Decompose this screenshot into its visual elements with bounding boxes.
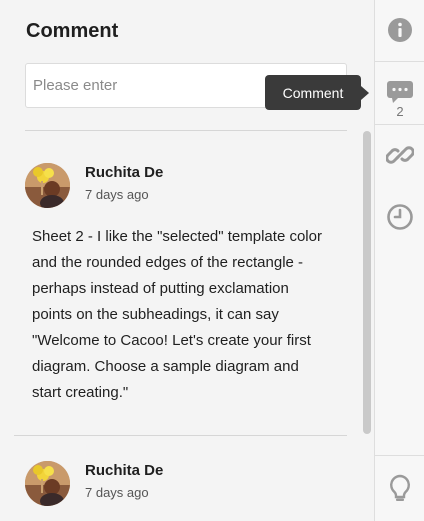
- history-button[interactable]: [375, 203, 424, 236]
- comment-author: Ruchita De: [85, 462, 164, 479]
- tooltip-arrow: [361, 86, 369, 100]
- divider: [25, 130, 347, 131]
- rail-divider: [375, 455, 424, 456]
- lightbulb-icon: [388, 474, 412, 509]
- avatar[interactable]: [25, 461, 70, 506]
- link-icon: [385, 141, 415, 174]
- comment-time: 7 days ago: [85, 187, 149, 202]
- tips-button[interactable]: [375, 474, 424, 509]
- scrollbar-thumb[interactable]: [363, 131, 371, 434]
- comment-author: Ruchita De: [85, 164, 164, 181]
- info-button[interactable]: [375, 17, 424, 48]
- tooltip: Comment: [265, 75, 361, 110]
- side-rail: 2: [374, 0, 424, 521]
- rail-divider: [375, 124, 424, 125]
- avatar[interactable]: [25, 163, 70, 208]
- info-icon: [387, 17, 413, 48]
- divider: [14, 435, 347, 436]
- rail-divider: [375, 61, 424, 62]
- link-button[interactable]: [375, 141, 424, 174]
- comment-count: 2: [396, 104, 404, 119]
- clock-icon: [386, 203, 414, 236]
- panel-title: Comment: [26, 20, 119, 42]
- comment-text: Sheet 2 - I like the "selected" template…: [32, 228, 322, 401]
- comment-time: 7 days ago: [85, 485, 149, 500]
